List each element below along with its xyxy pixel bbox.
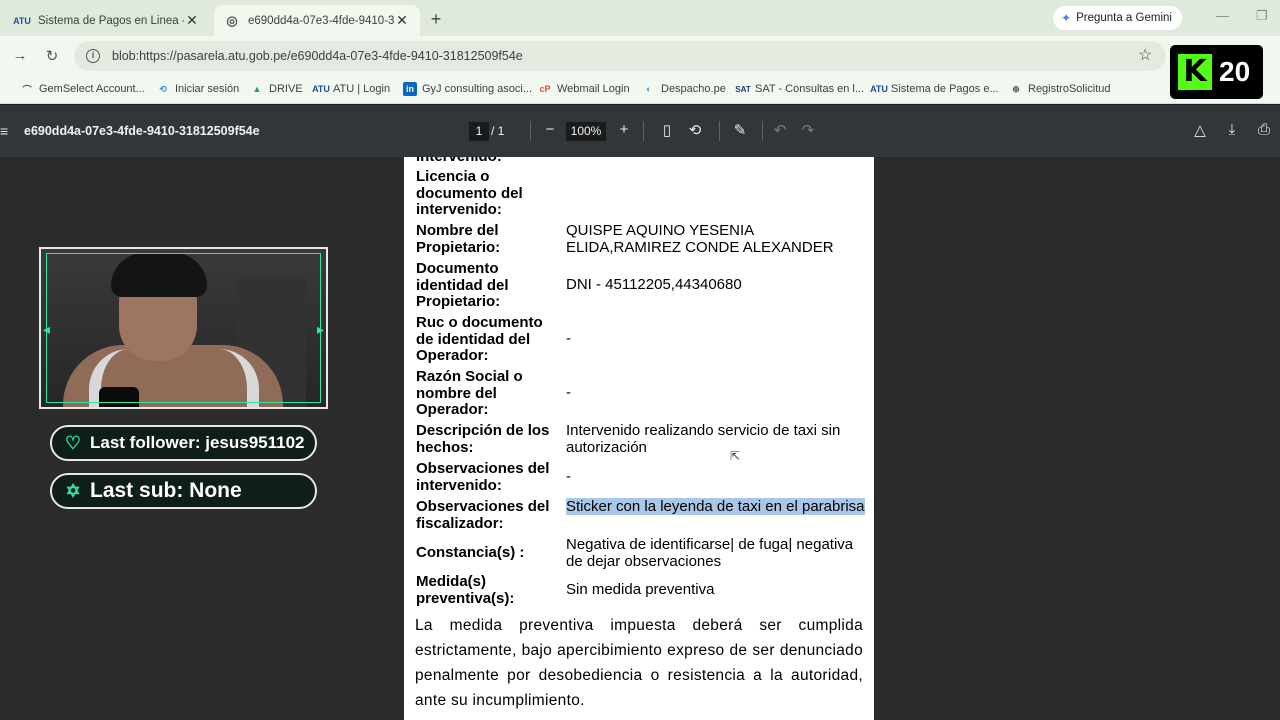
tab-sistema-pagos[interactable]: ATU Sistema de Pagos en Linea - AT ✕ (4, 5, 210, 36)
star-icon: ✡ (65, 480, 81, 501)
zoom-input[interactable]: 100% (566, 122, 606, 141)
fit-page-icon[interactable]: ▯ (658, 121, 676, 139)
bookmark-star-icon[interactable]: ☆ (1138, 45, 1152, 65)
print-icon[interactable]: ⎙ (1255, 121, 1273, 138)
field-value: - (566, 330, 571, 347)
bookmark-item[interactable]: ATU Sistema de Pagos e... (870, 82, 999, 96)
gemini-label: Pregunta a Gemini (1076, 12, 1172, 24)
bookmark-item[interactable]: ⟲ Iniciar sesión (156, 82, 239, 96)
mouse-cursor-icon: ⇱ (730, 449, 741, 463)
globe-icon: ◎ (226, 12, 238, 28)
linkedin-icon: in (403, 82, 417, 96)
close-tab-icon[interactable]: ✕ (394, 12, 410, 29)
field-label: Ruc o documento de identidad del Operado… (416, 314, 543, 364)
bookmark-item[interactable]: ⌒ GemSelect Account... (20, 82, 144, 96)
field-label: Observaciones del fiscalizador: (416, 498, 550, 532)
gemselect-icon: ⌒ (22, 84, 32, 95)
atu-logo-icon: ATU (13, 15, 31, 26)
divider (762, 121, 763, 141)
atu-logo-icon: ATU (312, 84, 330, 94)
field-value: - (566, 468, 571, 485)
field-value: DNI - 45112205,44340680 (566, 276, 742, 293)
field-value: Intervenido realizando servicio de taxi … (566, 422, 841, 456)
kick-logo-icon: K (1178, 54, 1212, 90)
globe-icon: ⊕ (1012, 83, 1020, 94)
minimize-icon[interactable]: — (1216, 8, 1229, 23)
field-value: Negativa de identificarse| de fuga| nega… (566, 536, 854, 570)
field-label: Descripción de los hechos: (416, 422, 550, 456)
field-label: Licencia o documento del intervenido: (416, 168, 523, 218)
tab-strip: ATU Sistema de Pagos en Linea - AT ✕ ◎ e… (0, 0, 1280, 36)
atu-logo-icon: ATU (870, 84, 888, 94)
browser-toolbar: → ↻ i blob:https://pasarela.atu.gob.pe/e… (0, 36, 1280, 76)
bookmark-item[interactable]: ATU ATU | Login (312, 82, 390, 96)
address-bar[interactable]: i blob:https://pasarela.atu.gob.pe/e690d… (74, 41, 1166, 71)
bookmarks-bar: ⌒ GemSelect Account... ⟲ Iniciar sesión ▲ D… (0, 76, 1280, 104)
webcam-overlay: ◂ ▸ (39, 247, 328, 409)
legal-paragraph: La medida preventiva impuesta deberá ser… (415, 617, 863, 709)
webmail-icon: cP (539, 84, 551, 94)
info-icon[interactable]: i (86, 49, 100, 63)
field-value: Sin medida preventiva (566, 581, 715, 598)
despacho-icon: ◐ (646, 84, 652, 94)
zoom-out-icon[interactable]: − (541, 121, 559, 138)
undo-icon[interactable]: ↶ (771, 121, 789, 139)
field-label: Documento identidad del Propietario: (416, 260, 509, 310)
last-sub-widget: ✡ Last sub: None (50, 473, 317, 509)
field-label: Razón Social o nombre del Operador: (416, 368, 523, 418)
gemini-button[interactable]: ✦ Pregunta a Gemini (1053, 6, 1182, 30)
bookmark-item[interactable]: ▲ DRIVE (250, 82, 303, 96)
redo-icon[interactable]: ↷ (799, 121, 817, 139)
viewer-count: 20 (1219, 56, 1251, 87)
field-value: Sticker con la leyenda de taxi en el par… (566, 498, 866, 516)
bookmark-item[interactable]: in GyJ consulting asoci... (403, 82, 532, 96)
field-label: Constancia(s) : (416, 544, 525, 561)
divider (643, 121, 644, 141)
selected-text[interactable]: Sticker con la leyenda de taxi en el par… (566, 498, 865, 515)
field-value: QUISPE AQUINO YESENIA ELIDA,RAMIREZ COND… (566, 222, 834, 256)
heart-icon: ♡ (64, 432, 82, 453)
pdf-filename: e690dd4a-07e3-4fde-9410-31812509f54e (24, 124, 260, 138)
drive-icon: ▲ (252, 84, 262, 94)
gemini-sparkle-icon: ✦ (1061, 11, 1072, 25)
rotate-icon[interactable]: ⟲ (686, 121, 704, 139)
webcam-frame (46, 253, 321, 403)
annotate-icon[interactable]: ✎ (731, 121, 749, 139)
bookmark-item[interactable]: SAT SAT - Consultas en l... (735, 82, 864, 96)
close-tab-icon[interactable]: ✕ (184, 12, 200, 29)
zoom-in-icon[interactable]: + (615, 121, 633, 138)
new-tab-button[interactable]: + (426, 9, 446, 30)
tab-title: e690dd4a-07e3-4fde-9410-318 (248, 14, 394, 27)
login-icon: ⟲ (159, 83, 167, 94)
frame-arrow-left-icon: ◂ (43, 321, 51, 337)
drive-save-icon[interactable]: △ (1191, 121, 1209, 139)
frame-arrow-right-icon: ▸ (316, 321, 324, 337)
menu-icon[interactable]: ≡ (0, 123, 8, 139)
bookmark-item[interactable]: ⊕ RegistroSolicitud (1009, 82, 1110, 96)
pdf-page: intervenido: Licencia o documento del in… (404, 157, 874, 720)
sat-icon: SAT (735, 84, 751, 94)
divider (719, 121, 720, 141)
field-label: Medida(s) preventiva(s): (416, 573, 515, 607)
screen: ATU Sistema de Pagos en Linea - AT ✕ ◎ e… (0, 0, 1280, 720)
pdf-toolbar: ≡ e690dd4a-07e3-4fde-9410-31812509f54e 1… (0, 105, 1280, 157)
page-total: / 1 (491, 124, 505, 138)
field-value: - (566, 384, 571, 401)
last-follower-widget: ♡ Last follower: jesus951102 (50, 425, 317, 461)
bookmark-item[interactable]: ◐ Despacho.pe (642, 82, 726, 96)
back-arrow-icon[interactable]: → (10, 47, 30, 64)
page-number-input[interactable]: 1 (469, 122, 489, 141)
field-label: Nombre del Propietario: (416, 222, 501, 256)
reload-icon[interactable]: ↻ (42, 47, 62, 65)
tab-pdf-blob[interactable]: ◎ e690dd4a-07e3-4fde-9410-318 ✕ (214, 5, 420, 36)
bookmark-item[interactable]: cP Webmail Login (538, 82, 629, 96)
address-url: blob:https://pasarela.atu.gob.pe/e690dd4… (112, 49, 523, 63)
divider (530, 121, 531, 141)
tab-title: Sistema de Pagos en Linea - AT (38, 14, 184, 27)
restore-icon[interactable]: ❐ (1256, 8, 1268, 24)
download-icon[interactable]: ⤓ (1223, 121, 1241, 138)
kick-viewer-badge: K 20 (1170, 45, 1263, 99)
field-label: Observaciones del intervenido: (416, 460, 550, 494)
